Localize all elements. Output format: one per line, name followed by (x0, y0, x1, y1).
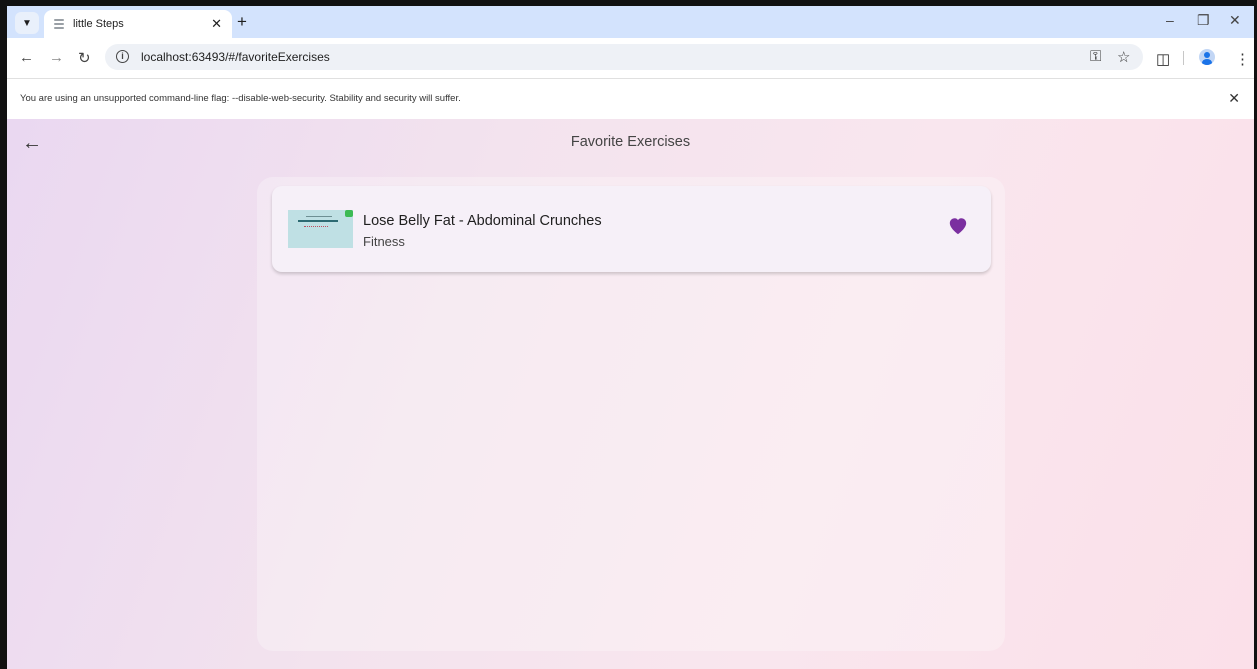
more-vert-icon[interactable]: ⋮ (1235, 50, 1250, 68)
star-icon[interactable]: ☆ (1117, 48, 1130, 66)
infobar-message: You are using an unsupported command-lin… (20, 93, 461, 104)
key-icon[interactable]: ⚿ (1090, 48, 1101, 65)
favorite-exercise-card[interactable]: Lose Belly Fat - Abdominal Crunches Fitn… (272, 186, 991, 272)
back-arrow-icon[interactable]: ← (19, 49, 34, 66)
exercise-thumbnail (288, 210, 353, 248)
app-content: ← Favorite Exercises Lose Belly Fat - Ab… (7, 119, 1254, 669)
profile-icon[interactable] (1199, 49, 1215, 65)
tab-strip: ▼ little Steps ✕ + – ❐ ✕ (7, 6, 1254, 38)
exercise-title: Lose Belly Fat - Abdominal Crunches (363, 213, 602, 229)
new-tab-plus-icon[interactable]: + (237, 12, 247, 32)
toolbar-separator (1183, 51, 1184, 65)
forward-arrow-icon[interactable]: → (49, 49, 64, 66)
info-icon[interactable]: i (116, 50, 129, 63)
heart-icon[interactable] (948, 217, 968, 235)
infobar-close-icon[interactable]: ✕ (1228, 90, 1240, 107)
window-close-icon[interactable]: ✕ (1229, 12, 1241, 29)
warning-infobar: You are using an unsupported command-lin… (7, 78, 1254, 120)
restore-icon[interactable]: ❐ (1197, 12, 1210, 29)
tab-close-icon[interactable]: ✕ (211, 16, 222, 32)
url-text[interactable]: localhost:63493/#/favoriteExercises (141, 50, 330, 64)
reload-icon[interactable]: ↻ (78, 49, 91, 67)
tab-active[interactable]: little Steps ✕ (44, 10, 232, 38)
tab-search-chevron-icon[interactable]: ▼ (15, 12, 39, 34)
extensions-icon[interactable]: ◫ (1156, 50, 1170, 68)
address-bar[interactable]: i localhost:63493/#/favoriteExercises ⚿ … (105, 44, 1143, 70)
exercise-category: Fitness (363, 234, 405, 249)
tab-favicon-icon (54, 19, 64, 29)
browser-window: ▼ little Steps ✕ + – ❐ ✕ ← → ↻ i localho… (7, 6, 1254, 669)
minimize-icon[interactable]: – (1166, 12, 1174, 28)
page-title: Favorite Exercises (570, 134, 691, 150)
favorites-panel: Lose Belly Fat - Abdominal Crunches Fitn… (257, 177, 1005, 651)
tab-title: little Steps (73, 18, 124, 30)
browser-toolbar: ← → ↻ i localhost:63493/#/favoriteExerci… (7, 38, 1254, 78)
